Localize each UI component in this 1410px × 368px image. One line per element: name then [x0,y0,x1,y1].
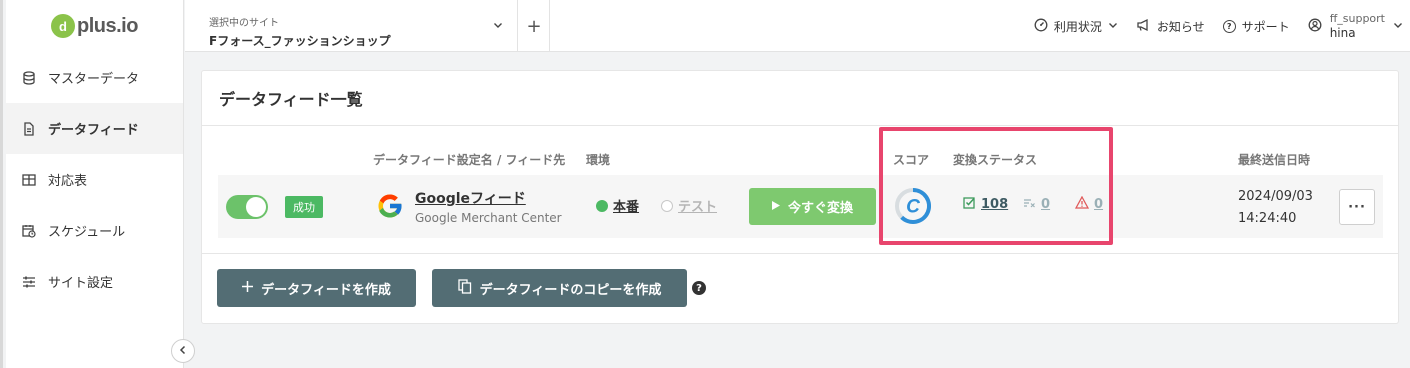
plus-icon [242,280,254,296]
usage-label: 利用状況 [1053,19,1102,34]
play-icon [771,199,780,214]
env-test-label: テスト [678,200,718,215]
warning-icon [1074,195,1090,213]
stat-warning-count: 0 [1094,197,1104,212]
logo-text: plus.io [77,14,138,37]
sidebar-item-label: データフィード [48,123,139,138]
sidebar-item-schedule[interactable]: スケジュール [6,205,183,256]
usage-menu[interactable]: 利用状況 [1034,18,1118,35]
help-icon[interactable]: ? [692,281,706,295]
feed-destination: Google Merchant Center [415,211,562,225]
env-option-test[interactable]: テスト [661,196,717,215]
logo[interactable]: d plus.io [6,0,183,52]
page-title: データフィード一覧 [202,71,1398,126]
calendar-clock-icon [22,224,36,238]
app-frame: d plus.io マスターデータ データフィード 対応表 スケジュール サイト… [0,0,1410,368]
last-sent-datetime: 2024/09/03 14:24:40 [1238,186,1313,230]
score-gauge[interactable]: C [894,187,932,225]
table-icon [22,173,36,187]
last-sent-time: 14:24:40 [1238,211,1297,226]
check-box-icon [963,196,976,213]
google-logo-icon [375,191,405,221]
last-sent-date: 2024/09/03 [1238,189,1313,204]
column-header-status: 変換ステータス [953,153,1038,167]
logo-mark: d [51,14,76,38]
site-selector[interactable]: 選択中のサイト Fフォース_ファッションショップ [185,0,518,52]
column-header-name: データフィード設定名 / フィード先 [373,153,566,167]
megaphone-icon [1136,18,1151,35]
copy-feed-button[interactable]: データフィードのコピーを作成 [432,269,687,307]
filter-exclude-icon [1023,196,1036,213]
feed-name-link[interactable]: Googleフィード [415,188,526,208]
column-header-last-sent: 最終送信日時 [1238,153,1311,167]
add-site-button[interactable]: + [519,0,550,52]
env-prod-label: 本番 [613,200,640,215]
sidebar-item-mapping-table[interactable]: 対応表 [6,154,183,205]
top-header: 選択中のサイト Fフォース_ファッションショップ + 利用状況 お知らせ ? サ… [185,0,1410,52]
stat-excluded-link[interactable]: 0 [1023,196,1050,213]
chevron-left-icon [178,344,188,358]
header-actions: 利用状況 お知らせ ? サポート ff_support hina [1034,0,1410,52]
sliders-icon [22,275,36,289]
user-name: ff_support [1329,12,1385,25]
env-option-production[interactable]: 本番 [596,196,639,215]
sidebar-item-label: 対応表 [48,174,88,189]
copy-icon [457,278,472,298]
score-grade: C [906,197,920,218]
document-icon [22,121,36,136]
user-menu[interactable]: ff_support hina [1308,12,1403,40]
chevron-down-icon [1108,19,1118,33]
sidebar-item-site-settings[interactable]: サイト設定 [6,256,183,307]
sidebar: d plus.io マスターデータ データフィード 対応表 スケジュール サイト… [6,0,184,368]
table-row: 成功 Googleフィード Google Merchant Center 本番 … [218,175,1383,238]
column-header-env: 環境 [586,153,611,167]
status-badge: 成功 [285,196,323,218]
stat-warning-link[interactable]: 0 [1074,195,1104,213]
create-feed-label: データフィードを作成 [261,282,391,298]
sidebar-item-label: スケジュール [48,225,126,240]
stat-converted-link[interactable]: 108 [963,196,1008,213]
gauge-icon [1034,18,1048,35]
sidebar-item-master-data[interactable]: マスターデータ [6,52,183,103]
user-icon [1308,18,1322,35]
database-icon [22,70,36,85]
sidebar-item-data-feed[interactable]: データフィード [6,103,183,154]
stat-excluded-count: 0 [1041,197,1051,212]
column-header-score: スコア [893,153,930,167]
copy-feed-label: データフィードのコピーを作成 [479,282,662,298]
news-link[interactable]: お知らせ [1136,18,1205,35]
sidebar-collapse-button[interactable] [171,339,195,363]
user-sub: hina [1329,26,1356,40]
convert-now-label: 今すぐ変換 [787,201,853,216]
news-label: お知らせ [1156,19,1205,34]
user-info: ff_support hina [1330,12,1385,40]
radio-selected-icon [596,199,608,212]
site-caption: 選択中のサイト [209,18,279,29]
chevron-down-icon [1393,19,1403,33]
create-feed-button[interactable]: データフィードを作成 [217,269,416,307]
stat-converted-count: 108 [981,197,1009,212]
convert-now-button[interactable]: 今すぐ変換 [749,188,876,225]
chevron-down-icon [493,20,503,33]
support-link[interactable]: ? サポート [1222,18,1290,35]
help-circle-icon: ? [1222,19,1236,33]
toggle-knob [246,197,266,217]
site-name: Fフォース_ファッションショップ [209,34,391,48]
sidebar-item-label: マスターデータ [48,72,140,87]
data-feed-list-card: データフィード一覧 データフィード設定名 / フィード先 環境 スコア 変換ステ… [201,70,1399,324]
sidebar-item-label: サイト設定 [48,276,114,291]
more-options-button[interactable]: ··· [1339,189,1375,225]
divider [202,253,1398,254]
radio-unselected-icon [661,199,673,212]
support-label: サポート [1241,19,1290,34]
feed-enabled-toggle[interactable] [226,195,268,219]
